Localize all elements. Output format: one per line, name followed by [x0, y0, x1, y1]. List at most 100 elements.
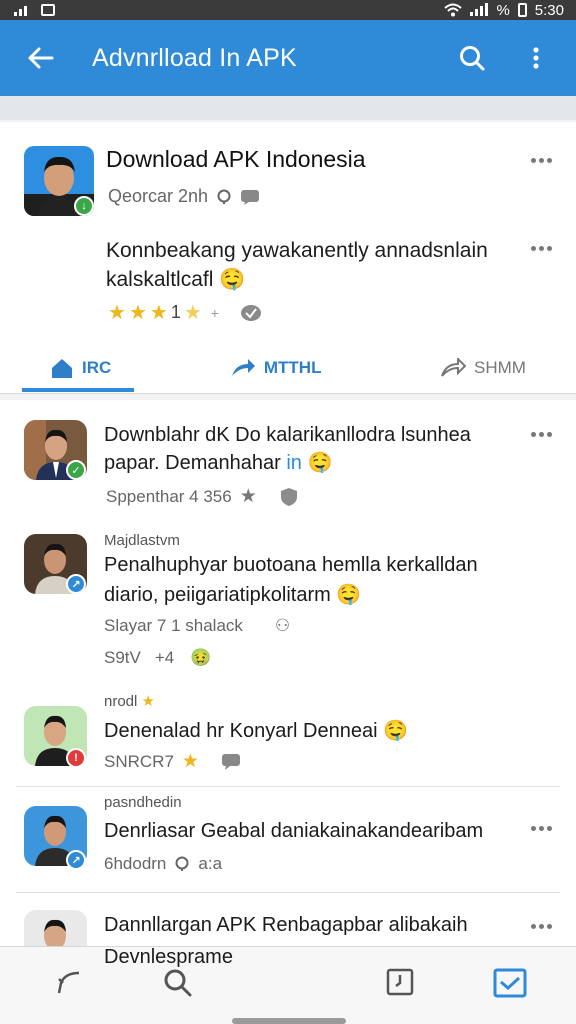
- post-line-2-text: diario, peiigariatipkolitarm: [104, 584, 331, 606]
- post-line-1-text: Denenalad hr Konyarl Denneai: [104, 720, 378, 742]
- share-arrow-icon: [231, 359, 255, 376]
- star-icon: ★: [141, 693, 155, 710]
- chat-icon: [241, 189, 260, 205]
- post-line-2: diario, peiigariatipkolitarm 🤤: [104, 582, 361, 607]
- star-icon: ★: [149, 302, 168, 324]
- tab-irc-label: IRC: [82, 358, 112, 377]
- tab-shmm[interactable]: SHMM: [440, 358, 526, 378]
- tab-mtthl[interactable]: MTTHL: [230, 358, 322, 378]
- post-item[interactable]: ↗ pasndhedin Denrliasar Geabal daniakain…: [0, 788, 576, 892]
- featured-meta-text: Qeorcar 2nh: [108, 186, 209, 206]
- star-icon: ★: [239, 486, 257, 507]
- location-icon: [217, 189, 231, 204]
- screen: % 5:30 Advnrlload In APK ↓ Download APK …: [0, 0, 576, 1024]
- star-icon: ★: [108, 302, 126, 324]
- people-icon: ⚇: [274, 616, 291, 635]
- post-header: Majdlastvm: [104, 532, 180, 549]
- status-badge-icon: ↗: [66, 574, 86, 594]
- post-avatar[interactable]: [24, 910, 87, 948]
- alert-badge-icon: !: [66, 748, 86, 768]
- featured-rating: ★ ★ ★ 1 ★ +: [108, 300, 262, 325]
- star-icon: ★: [181, 751, 199, 772]
- featured-tabs: IRC MTTHL SHMM: [22, 344, 554, 392]
- post-meta-text: Slayar 7 1 shalack: [104, 616, 243, 635]
- location-icon: [175, 856, 189, 871]
- post-header-text: nrodl: [104, 693, 138, 710]
- post-line-2-text: papar. Demanhahar: [104, 452, 281, 474]
- clock-time: 5:30: [534, 1, 564, 19]
- tab-shmm-label: SHMM: [474, 358, 526, 377]
- battery-icon: [517, 3, 527, 17]
- post-line-2: papar. Demanhahar in 🤤: [104, 450, 332, 475]
- header-band: [0, 96, 576, 120]
- overflow-menu-button[interactable]: [514, 36, 558, 80]
- post-item[interactable]: ✓ Downblahr dK Do kalarikanllodra lsunhe…: [0, 400, 576, 518]
- notification-icon: [41, 4, 55, 16]
- feed-divider: [16, 786, 560, 787]
- online-badge-icon: ✓: [66, 460, 86, 480]
- post-more-button[interactable]: [526, 818, 556, 838]
- nav-inbox-button[interactable]: [490, 965, 530, 1001]
- tab-mtthl-label: MTTHL: [263, 358, 322, 377]
- search-icon: [460, 46, 485, 71]
- post-feed: ✓ Downblahr dK Do kalarikanllodra lsunhe…: [0, 400, 576, 948]
- post-line-2-accent: in: [286, 452, 302, 474]
- rating-number: 1: [170, 302, 181, 322]
- post-meta-2-extra: +4: [154, 648, 175, 667]
- featured-card[interactable]: ↓ Download APK Indonesia Qeorcar 2nh Kon…: [0, 122, 576, 394]
- emoji-icon: 🤢: [190, 648, 212, 667]
- arrow-left-icon: [28, 47, 54, 69]
- post-line-1: Denrliasar Geabal daniakainakandearibam: [104, 820, 484, 842]
- home-indicator[interactable]: [232, 1018, 346, 1024]
- status-bar: % 5:30: [0, 0, 576, 20]
- featured-body-more-button[interactable]: [526, 238, 556, 258]
- post-meta: Slayar 7 1 shalack ⚇: [104, 616, 290, 636]
- tab-irc[interactable]: IRC: [50, 357, 111, 379]
- shield-icon: [280, 487, 297, 506]
- nav-back-button[interactable]: [50, 965, 90, 1001]
- active-tab-indicator: [22, 388, 134, 392]
- post-meta: Sppenthar 4 356 ★: [106, 485, 299, 508]
- featured-body: Konnbeakang yawakanently annadsnlain kal…: [106, 236, 526, 294]
- cell-signal-icon: [470, 3, 489, 16]
- featured-title: Download APK Indonesia: [106, 146, 366, 172]
- signal-icon: [14, 4, 27, 16]
- post-meta-text: Sppenthar 4 356: [106, 486, 232, 506]
- rating-extra: +: [210, 304, 219, 321]
- search-icon: [164, 969, 192, 997]
- app-title: Advnrlload In APK: [92, 43, 297, 72]
- post-more-button[interactable]: [526, 916, 556, 936]
- post-line-1: Denenalad hr Konyarl Denneai 🤤: [104, 718, 408, 743]
- post-meta-2: S9tV +4 🤢: [104, 648, 211, 668]
- chat-icon: [221, 753, 240, 770]
- nav-search-button[interactable]: [158, 965, 198, 1001]
- featured-more-button[interactable]: [526, 150, 556, 170]
- post-line-2: Devnlesprame: [104, 946, 233, 968]
- featured-meta: Qeorcar 2nh: [108, 186, 260, 207]
- vertical-dots-icon: [533, 47, 539, 69]
- app-bar: Advnrlload In APK: [0, 20, 576, 96]
- post-meta-2-text: S9tV: [104, 648, 141, 667]
- home-icon: [52, 359, 72, 378]
- post-item[interactable]: ↗ Majdlastvm Penalhuphyar buotoana hemll…: [0, 518, 576, 678]
- search-button[interactable]: [450, 36, 494, 80]
- feed-divider: [16, 892, 560, 893]
- wifi-icon: [444, 3, 463, 17]
- post-meta: 6hdodrn a:a: [104, 854, 222, 874]
- post-meta: SNRCR7 ★: [104, 750, 241, 773]
- post-more-button[interactable]: [526, 424, 556, 444]
- grin-emoji-icon: 🤤: [383, 720, 408, 742]
- smile-emoji-icon: 🤤: [219, 268, 246, 291]
- star-icon: ★: [128, 302, 147, 324]
- nav-clock-button[interactable]: [380, 965, 420, 1001]
- post-line-1: Downblahr dK Do kalarikanllodra lsunhea: [104, 424, 471, 446]
- post-meta-text: 6hdodrn: [104, 854, 167, 873]
- forward-icon: [441, 358, 467, 377]
- post-item[interactable]: ! nrodl ★ Denenalad hr Konyarl Denneai 🤤…: [0, 678, 576, 788]
- post-line-1: Dannllargan APK Renbagapbar alibakaih: [104, 914, 468, 936]
- post-item[interactable]: Dannllargan APK Renbagapbar alibakaih: [0, 894, 576, 948]
- post-meta-text: SNRCR7: [104, 751, 174, 771]
- post-line-1: Penalhuphyar buotoana hemlla kerkalldan: [104, 554, 478, 576]
- back-button[interactable]: [18, 36, 62, 80]
- post-header: pasndhedin: [104, 794, 182, 811]
